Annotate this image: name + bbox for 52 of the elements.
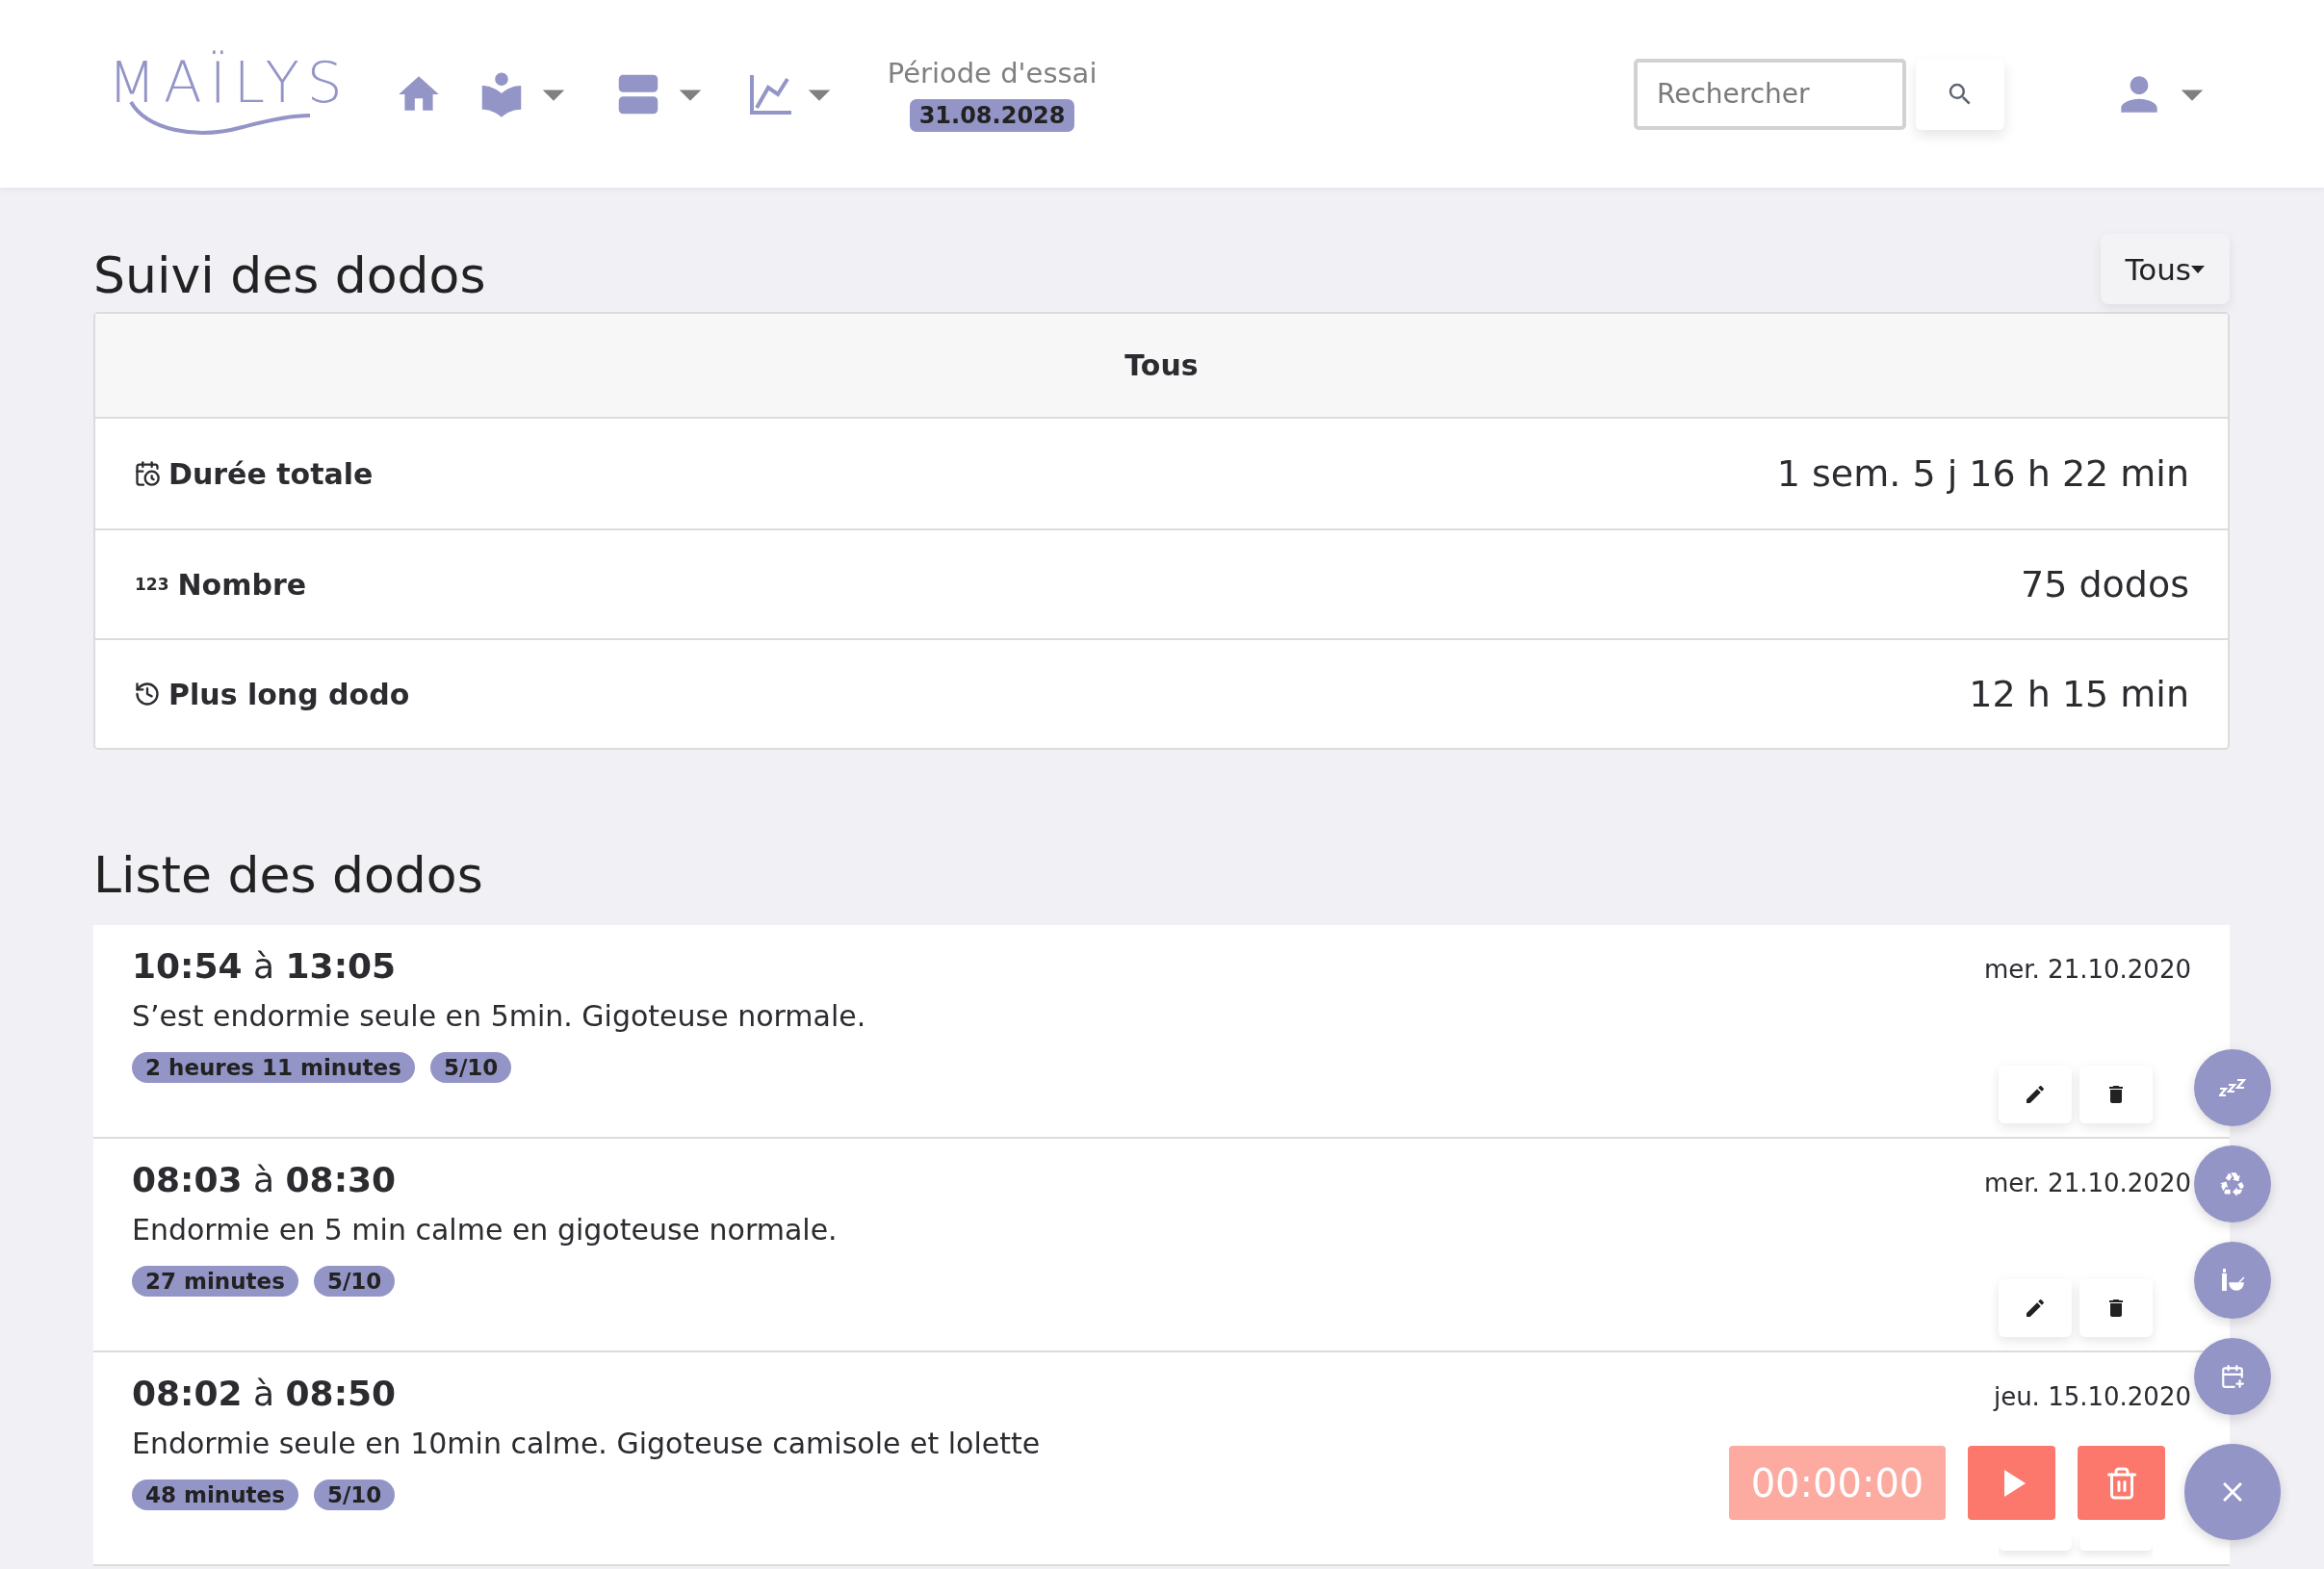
stat-value: 75 dodos xyxy=(2021,563,2189,605)
stats-heading: Tous xyxy=(95,314,2228,419)
numbers-icon: 123 xyxy=(134,574,170,595)
stat-label: Nombre xyxy=(177,567,307,602)
entry-date: jeu. 15.10.2020 xyxy=(1993,1382,2191,1411)
action-fab[interactable] xyxy=(2194,1049,2271,1126)
tag: 2 heures 11 minutes xyxy=(132,1052,415,1083)
stat-value: 1 sem. 5 j 16 h 22 min xyxy=(1776,452,2189,495)
time-range: 10:54 à 13:05 xyxy=(132,946,397,986)
action-fab[interactable] xyxy=(2194,1145,2271,1222)
pencil-icon xyxy=(2024,1297,2047,1320)
time-range: 08:02 à 08:50 xyxy=(132,1374,397,1413)
list-title: Liste des dodos xyxy=(93,846,484,904)
calendar-plus-icon xyxy=(2220,1364,2245,1389)
entry-note: Endormie seule en 10min calme. Gigoteuse camisole et lolette xyxy=(132,1427,1042,1460)
time-range: 08:03 à 08:30 xyxy=(132,1160,397,1199)
stat-label: Durée totale xyxy=(168,456,374,491)
search-field[interactable]: Rechercher xyxy=(1634,58,1906,130)
edit-button[interactable] xyxy=(1999,1279,2072,1337)
tag: 5/10 xyxy=(429,1052,512,1083)
pencil-icon xyxy=(2024,1083,2047,1106)
timer-display: 00:00:00 xyxy=(1729,1446,1946,1520)
line-chart-icon[interactable] xyxy=(748,72,793,116)
clock-icon xyxy=(134,681,161,707)
edit-button[interactable] xyxy=(1999,1066,2072,1123)
trial-label: Période d'essai xyxy=(887,56,1097,90)
action-fab[interactable] xyxy=(2194,1338,2271,1415)
entry-date: mer. 21.10.2020 xyxy=(1983,1169,2191,1197)
calendar-clock-icon xyxy=(134,460,161,487)
page-title: Suivi des dodos xyxy=(93,246,486,304)
caret-icon xyxy=(2191,265,2205,273)
tag: 48 minutes xyxy=(132,1479,298,1510)
trial-date-badge: 31.08.2028 xyxy=(909,98,1075,132)
entry-date: mer. 21.10.2020 xyxy=(1983,955,2191,984)
entry-note: Endormie en 5 min calme en gigoteuse normale. xyxy=(132,1213,839,1247)
entry-note: S’est endormie seule en 5min. Gigoteuse normale. xyxy=(132,999,867,1033)
delete-button[interactable] xyxy=(2079,1279,2153,1337)
recycle-icon xyxy=(2219,1170,2246,1197)
filter-dropdown[interactable]: Tous xyxy=(2100,234,2230,304)
sleep-icon xyxy=(2219,1079,2246,1096)
delete-button[interactable] xyxy=(2079,1066,2153,1123)
play-button[interactable] xyxy=(1968,1446,2055,1520)
stat-value: 12 h 15 min xyxy=(1969,673,2189,715)
tag: 27 minutes xyxy=(132,1266,298,1297)
tag: 5/10 xyxy=(313,1479,396,1510)
action-fab[interactable] xyxy=(2194,1242,2271,1319)
trash-button[interactable] xyxy=(2078,1446,2165,1520)
search-button[interactable] xyxy=(1916,58,2004,130)
close-fab[interactable] xyxy=(2184,1444,2281,1540)
tag: 5/10 xyxy=(313,1266,396,1297)
bottle-bowl-icon xyxy=(2220,1269,2245,1292)
stat-label: Plus long dodo xyxy=(168,677,410,711)
